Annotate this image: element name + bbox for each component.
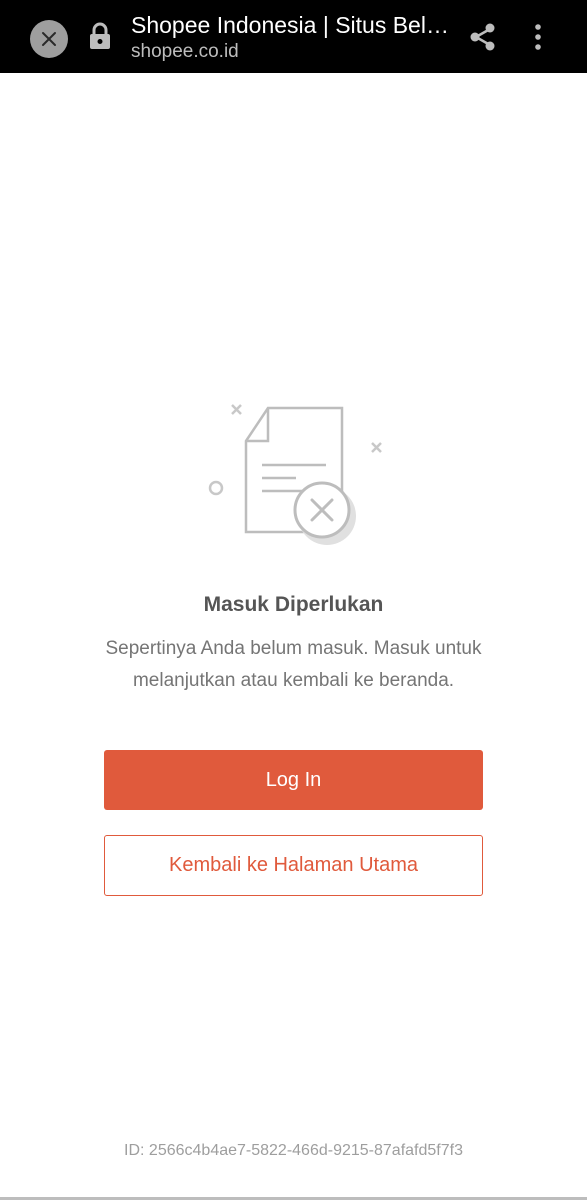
document-error-icon xyxy=(208,404,382,545)
share-icon[interactable] xyxy=(468,22,498,52)
close-tab-button[interactable] xyxy=(30,20,68,58)
lock-icon xyxy=(90,22,110,49)
page-title: Shopee Indonesia | Situs Belanja Online … xyxy=(131,12,451,38)
browser-top-bar: Shopee Indonesia | Situs Belanja Online … xyxy=(0,0,587,73)
more-vert-icon[interactable] xyxy=(528,22,548,52)
close-icon xyxy=(42,32,56,46)
page-url: shopee.co.id xyxy=(131,41,239,62)
login-button[interactable]: Log In xyxy=(104,750,483,810)
page-info[interactable]: Shopee Indonesia | Situs Belanja Online … xyxy=(131,10,451,64)
back-to-home-button[interactable]: Kembali ke Halaman Utama xyxy=(104,835,483,896)
login-required-heading: Masuk Diperlukan xyxy=(203,593,384,616)
session-id: ID: 2566c4b4ae7-5822-466d-9215-87afafd5f… xyxy=(124,1142,463,1159)
login-required-message: Sepertinya Anda belum masuk. Masuk untuk… xyxy=(105,638,482,691)
